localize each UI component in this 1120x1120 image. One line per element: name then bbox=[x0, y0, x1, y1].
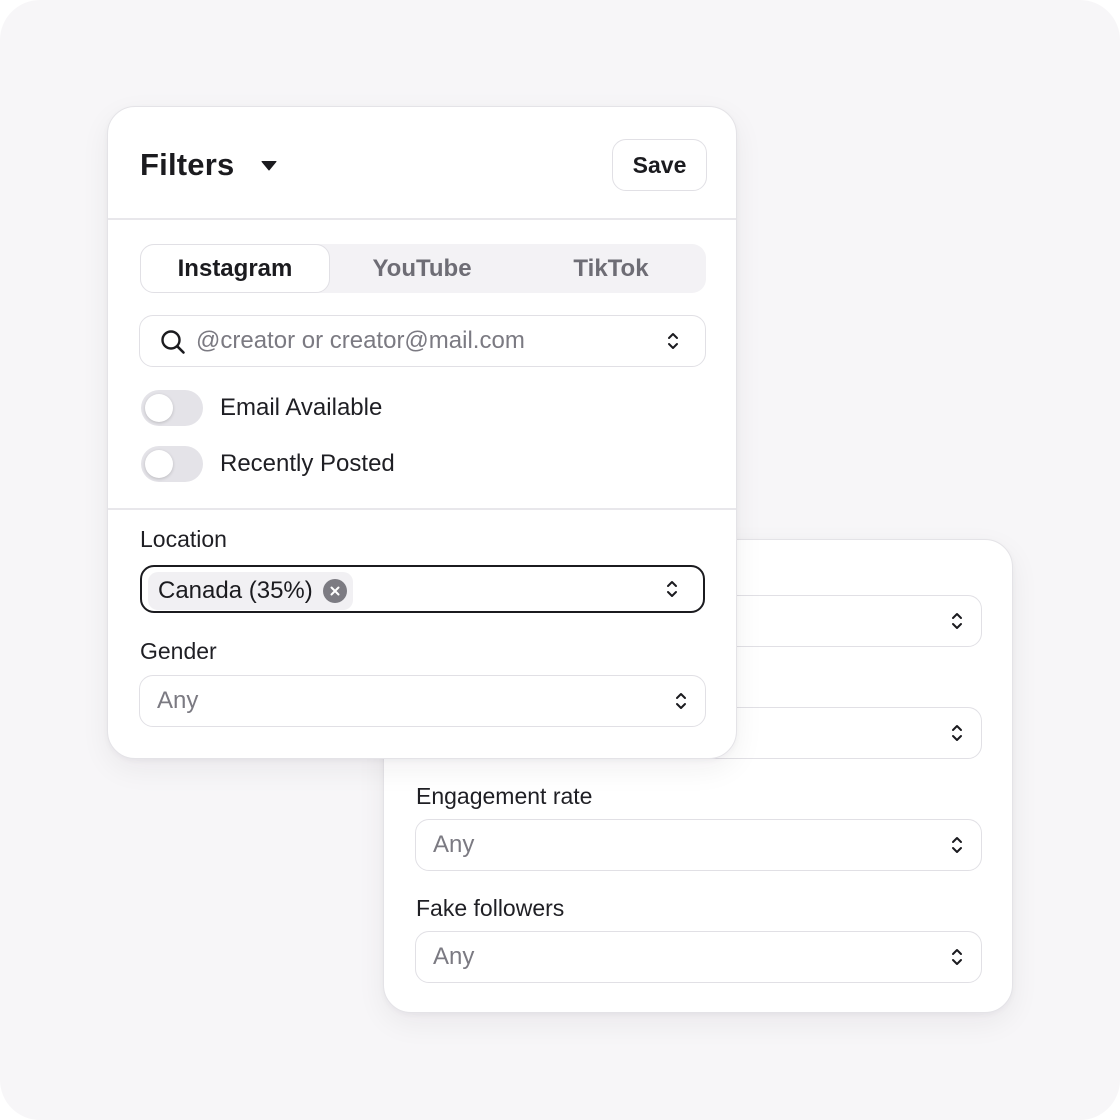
filters-card: Filters Save Instagram YouTube TikTok Em bbox=[107, 106, 737, 759]
fake-followers-select[interactable]: Any bbox=[415, 931, 982, 983]
gender-label: Gender bbox=[140, 638, 217, 664]
caret-down-icon[interactable] bbox=[261, 160, 277, 171]
section-divider bbox=[108, 508, 736, 510]
engagement-rate-label: Engagement rate bbox=[416, 783, 593, 809]
creator-search-field[interactable] bbox=[139, 315, 706, 367]
search-input[interactable] bbox=[196, 316, 636, 365]
chevron-up-down-icon bbox=[952, 837, 962, 853]
recently-posted-label: Recently Posted bbox=[220, 450, 395, 477]
location-select[interactable]: Canada (35%) bbox=[140, 565, 705, 613]
gender-select[interactable]: Any bbox=[139, 675, 706, 727]
fake-followers-value: Any bbox=[433, 943, 475, 970]
remove-chip-icon[interactable] bbox=[322, 579, 347, 603]
chevron-up-down-icon bbox=[676, 693, 686, 709]
location-chip-label: Canada (35%) bbox=[158, 577, 313, 604]
engagement-rate-select[interactable]: Any bbox=[415, 819, 982, 871]
toggle-knob bbox=[145, 394, 173, 422]
chevron-up-down-icon[interactable] bbox=[666, 330, 680, 352]
tab-instagram[interactable]: Instagram bbox=[140, 244, 330, 293]
email-available-label: Email Available bbox=[220, 394, 383, 421]
save-button[interactable]: Save bbox=[612, 139, 707, 191]
chevron-up-down-icon bbox=[952, 949, 962, 965]
canvas-background: Engagement rate Any Fake followers Any F… bbox=[0, 0, 1120, 1120]
search-icon bbox=[161, 330, 185, 354]
toggle-knob bbox=[145, 450, 173, 478]
location-label: Location bbox=[140, 526, 227, 552]
engagement-rate-value: Any bbox=[433, 831, 475, 858]
gender-value: Any bbox=[157, 687, 199, 714]
fake-followers-label: Fake followers bbox=[416, 895, 565, 921]
filters-title: Filters bbox=[140, 147, 235, 182]
platform-tabs: Instagram YouTube TikTok bbox=[140, 244, 706, 293]
header-divider bbox=[108, 218, 736, 220]
tab-tiktok[interactable]: TikTok bbox=[516, 244, 706, 293]
chevron-up-down-icon bbox=[952, 725, 962, 741]
location-chip: Canada (35%) bbox=[148, 572, 353, 610]
recently-posted-toggle[interactable] bbox=[141, 446, 203, 482]
email-available-toggle[interactable] bbox=[141, 390, 203, 426]
chevron-up-down-icon bbox=[667, 581, 677, 597]
tab-youtube[interactable]: YouTube bbox=[328, 244, 516, 293]
chevron-up-down-icon bbox=[952, 613, 962, 629]
